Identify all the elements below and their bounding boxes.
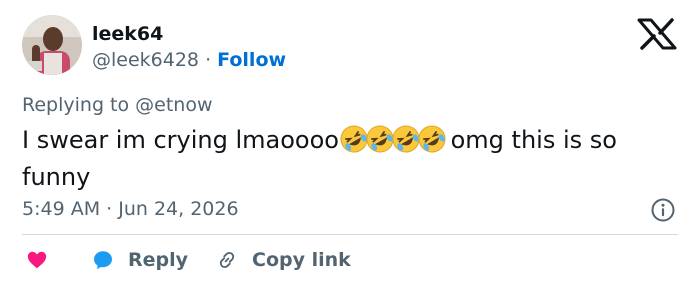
reply-context: Replying to @etnow bbox=[22, 93, 213, 117]
avatar[interactable] bbox=[22, 15, 82, 75]
action-bar: Reply Copy link bbox=[22, 246, 678, 274]
reply-label: Reply bbox=[128, 249, 189, 271]
link-icon bbox=[219, 251, 235, 269]
handle-separator: · bbox=[205, 49, 212, 71]
tweet-text-main: I swear im crying lmaoooo bbox=[22, 126, 339, 154]
speech-bubble-icon bbox=[94, 251, 112, 270]
reply-context-prefix: Replying to bbox=[22, 94, 130, 116]
author-name[interactable]: leek64 bbox=[92, 22, 163, 46]
copy-link-button[interactable]: Copy link bbox=[216, 246, 351, 274]
copy-link-label: Copy link bbox=[252, 249, 351, 271]
tweet-timestamp[interactable]: 5:49 AM · Jun 24, 2026 bbox=[22, 197, 239, 221]
author-handle[interactable]: @leek6428 bbox=[92, 49, 199, 71]
info-icon[interactable] bbox=[650, 197, 676, 223]
reply-context-mention[interactable]: @etnow bbox=[135, 94, 212, 116]
divider bbox=[22, 234, 678, 235]
author-handle-row: @leek6428 · Follow bbox=[92, 48, 286, 72]
x-logo-icon[interactable] bbox=[636, 18, 678, 50]
follow-button[interactable]: Follow bbox=[217, 49, 286, 71]
emoji-rofl-run bbox=[339, 124, 446, 162]
tweet-text: I swear im crying lmaoooo omg this is so… bbox=[22, 124, 678, 193]
reply-button[interactable]: Reply bbox=[92, 246, 188, 274]
heart-icon bbox=[27, 251, 47, 269]
like-button[interactable] bbox=[26, 246, 48, 274]
